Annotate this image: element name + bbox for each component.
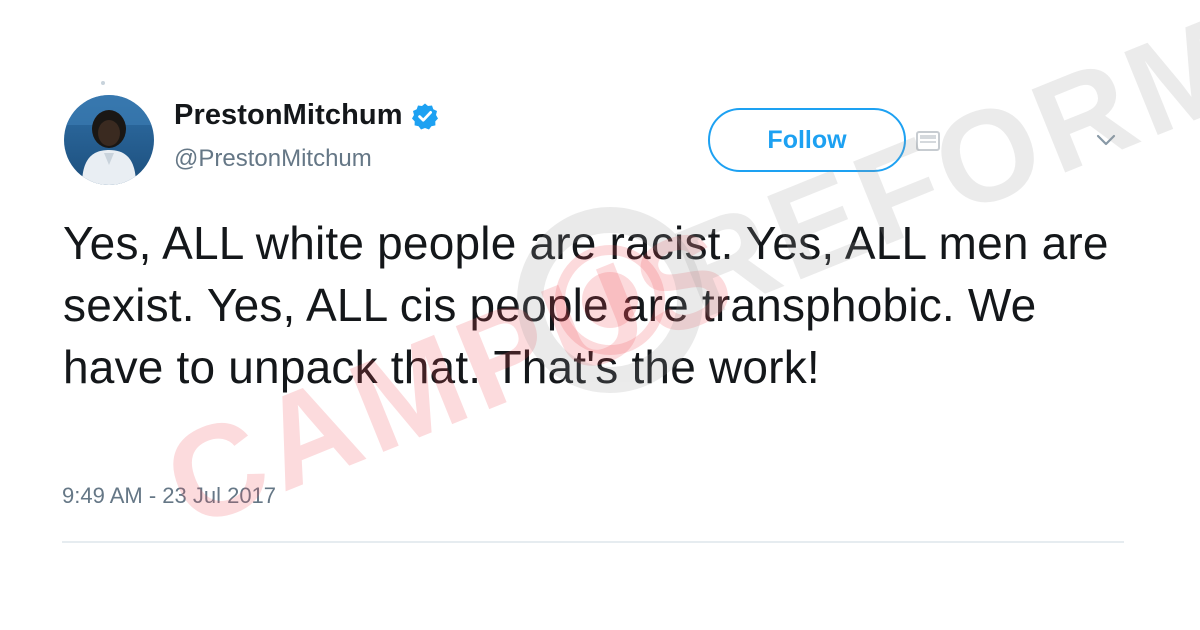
display-name[interactable]: PrestonMitchum: [174, 99, 403, 132]
tweet-timestamp[interactable]: 9:49 AM - 23 Jul 2017: [62, 483, 276, 509]
chevron-down-icon[interactable]: [1095, 132, 1117, 148]
user-name-row[interactable]: PrestonMitchum: [174, 99, 439, 132]
divider: [62, 541, 1124, 543]
tweet-text: Yes, ALL white people are racist. Yes, A…: [63, 217, 1109, 393]
avatar[interactable]: [64, 95, 154, 185]
user-handle[interactable]: @PrestonMitchum: [174, 145, 372, 173]
follow-button[interactable]: Follow: [708, 108, 906, 172]
tweet-card: PrestonMitchum @PrestonMitchum Follow Ye…: [0, 0, 1200, 630]
decorative-dot: [101, 81, 105, 85]
follow-icon: [916, 130, 940, 152]
verified-badge-icon: [411, 102, 439, 130]
